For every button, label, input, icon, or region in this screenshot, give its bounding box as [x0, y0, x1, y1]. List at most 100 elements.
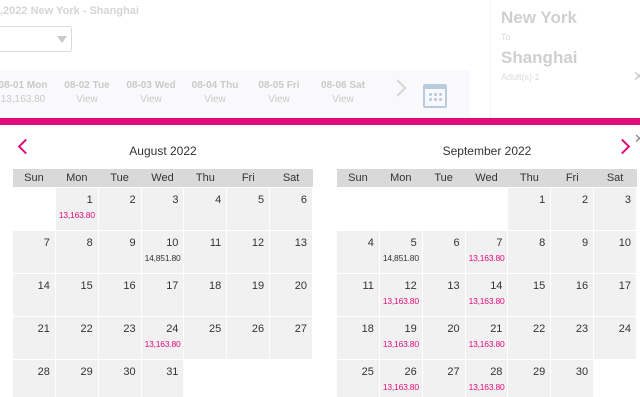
day-cell[interactable]: 1: [508, 188, 551, 230]
day-cell[interactable]: 6: [270, 188, 313, 230]
day-cell[interactable]: 3: [141, 188, 184, 230]
day-cell[interactable]: 2: [98, 188, 141, 230]
day-cell[interactable]: 8: [55, 231, 98, 273]
day-cell[interactable]: 10 14,851.80: [141, 231, 184, 273]
day-cell[interactable]: 25: [337, 360, 379, 397]
day-cell[interactable]: 28 13,163.80: [465, 360, 508, 397]
day-cell[interactable]: 16: [98, 274, 141, 316]
fare-select-dropdown[interactable]: [0, 26, 72, 52]
day-cell[interactable]: 15: [508, 274, 551, 316]
day-number: 21: [37, 323, 50, 335]
date-strip-date: 08-02 Tue: [64, 80, 110, 91]
day-cell[interactable]: 25: [184, 317, 227, 359]
day-cell[interactable]: 22: [508, 317, 551, 359]
day-cell[interactable]: 17: [141, 274, 184, 316]
date-strip-item[interactable]: 08-05 Fri View: [248, 80, 310, 105]
date-strip-sub: View: [204, 94, 226, 105]
weekday-label: Tue: [434, 172, 453, 184]
day-cell[interactable]: 14 13,163.80: [465, 274, 508, 316]
day-number: 5: [258, 194, 265, 206]
day-cell[interactable]: 5: [227, 188, 270, 230]
day-number: 16: [123, 280, 136, 292]
week-row: 25 26 13,163.80 27 28 13,163.80 29 30: [337, 360, 637, 397]
day-cell[interactable]: 2: [551, 188, 594, 230]
day-cell[interactable]: 5 14,851.80: [379, 231, 422, 273]
day-cell[interactable]: 24 13,163.80: [141, 317, 184, 359]
day-number: 8: [86, 237, 93, 249]
day-cell[interactable]: 4: [337, 231, 379, 273]
day-cell[interactable]: 6: [422, 231, 465, 273]
day-number: 30: [123, 366, 136, 378]
day-cell[interactable]: 10: [594, 231, 637, 273]
day-cell[interactable]: 18: [184, 274, 227, 316]
day-price: 13,163.80: [468, 382, 505, 392]
day-cell[interactable]: 26: [227, 317, 270, 359]
day-cell[interactable]: 15: [55, 274, 98, 316]
day-cell[interactable]: 27: [270, 317, 313, 359]
day-cell[interactable]: 9: [98, 231, 141, 273]
chevron-right-icon[interactable]: [389, 79, 407, 97]
day-number: 23: [123, 323, 136, 335]
day-cell[interactable]: 9: [551, 231, 594, 273]
day-number: 7: [43, 237, 50, 249]
day-number: 6: [453, 237, 460, 249]
day-cell[interactable]: 1 13,163.80: [55, 188, 98, 230]
day-number: 15: [80, 280, 93, 292]
day-cell[interactable]: 23: [98, 317, 141, 359]
day-cell[interactable]: 30: [551, 360, 594, 397]
date-strip-item[interactable]: 08-06 Sat View: [312, 80, 374, 105]
day-cell[interactable]: 18: [337, 317, 379, 359]
day-cell[interactable]: 12: [227, 231, 270, 273]
date-strip-item[interactable]: 08-04 Thu View: [184, 80, 246, 105]
date-strip-item[interactable]: 08-01 Mon 13,163.80: [0, 80, 54, 105]
day-cell[interactable]: 12 13,163.80: [379, 274, 422, 316]
day-cell[interactable]: 14: [13, 274, 55, 316]
day-cell[interactable]: 21 13,163.80: [465, 317, 508, 359]
date-strip-item[interactable]: 08-02 Tue View: [56, 80, 118, 105]
day-cell[interactable]: 27: [422, 360, 465, 397]
day-cell[interactable]: 29: [508, 360, 551, 397]
day-cell[interactable]: 19: [227, 274, 270, 316]
day-number: 10: [166, 237, 179, 249]
weekday-label: Sat: [606, 172, 624, 184]
day-cell[interactable]: 8: [508, 231, 551, 273]
day-cell[interactable]: 7: [13, 231, 55, 273]
day-cell[interactable]: 3: [594, 188, 637, 230]
day-cell[interactable]: 13: [270, 231, 313, 273]
day-number: 13: [294, 237, 308, 249]
close-icon[interactable]: ✕: [633, 68, 640, 85]
date-strip-sub: View: [76, 94, 98, 105]
day-cell[interactable]: 23: [551, 317, 594, 359]
day-cell[interactable]: 16: [551, 274, 594, 316]
day-cell[interactable]: 30: [98, 360, 141, 397]
day-cell[interactable]: 20: [422, 317, 465, 359]
day-cell[interactable]: 4: [184, 188, 227, 230]
date-strip-sub: 13,163.80: [0, 94, 46, 105]
day-number: 27: [294, 323, 308, 335]
day-cell[interactable]: 20: [270, 274, 313, 316]
day-cell[interactable]: 28: [13, 360, 55, 397]
route-title: ,2022 New York - Shanghai: [0, 5, 139, 17]
day-cell[interactable]: 7 13,163.80: [465, 231, 508, 273]
day-number: 14: [490, 280, 503, 292]
day-cell[interactable]: 17: [594, 274, 637, 316]
day-cell[interactable]: 11: [184, 231, 227, 273]
day-cell[interactable]: 26 13,163.80: [379, 360, 422, 397]
day-cell[interactable]: 19 13,163.80: [379, 317, 422, 359]
day-cell[interactable]: 13: [422, 274, 465, 316]
day-cell[interactable]: 21: [13, 317, 55, 359]
day-number: 24: [166, 323, 179, 335]
calendar-icon[interactable]: [423, 84, 447, 108]
day-number: 16: [575, 280, 589, 292]
day-cell[interactable]: 22: [55, 317, 98, 359]
weekday-label: Fri: [565, 172, 579, 184]
day-cell[interactable]: 11: [337, 274, 379, 316]
date-strip: 08-01 Mon 13,163.80 08-02 Tue View 08-03…: [0, 70, 470, 118]
day-cell[interactable]: 29: [55, 360, 98, 397]
empty-day-cell: [594, 360, 637, 397]
day-cell[interactable]: 24: [594, 317, 637, 359]
day-number: 5: [410, 237, 417, 249]
day-cell[interactable]: 31: [141, 360, 184, 397]
date-strip-item[interactable]: 08-03 Wed View: [120, 80, 182, 105]
day-number: 2: [582, 194, 589, 206]
